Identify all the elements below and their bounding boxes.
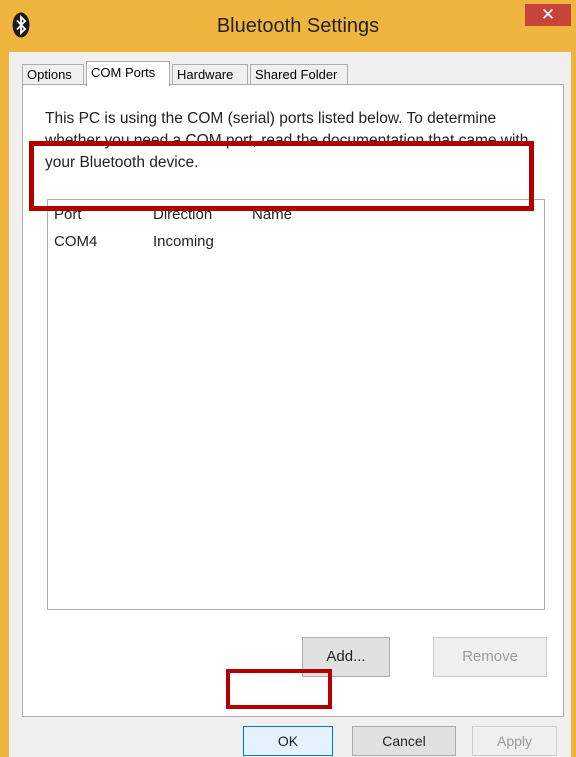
- column-header-name[interactable]: Name: [252, 206, 292, 223]
- title-bar[interactable]: Bluetooth Settings ✕: [0, 0, 576, 52]
- tab-com-ports[interactable]: COM Ports: [86, 61, 170, 86]
- cancel-button[interactable]: Cancel: [352, 726, 456, 756]
- cell-direction: Incoming: [153, 233, 214, 250]
- apply-button[interactable]: Apply: [472, 726, 557, 756]
- tab-options[interactable]: Options: [22, 64, 84, 85]
- tab-hardware[interactable]: Hardware: [172, 64, 248, 85]
- tab-shared-folder[interactable]: Shared Folder: [250, 64, 348, 85]
- column-header-direction[interactable]: Direction: [153, 206, 212, 223]
- add-button[interactable]: Add...: [302, 637, 390, 677]
- window-title: Bluetooth Settings: [216, 15, 380, 37]
- com-ports-panel: This PC is using the COM (serial) ports …: [22, 84, 564, 717]
- com-ports-list[interactable]: Port Direction Name COM4 Incoming: [47, 199, 545, 610]
- remove-button[interactable]: Remove: [433, 637, 547, 677]
- ok-button[interactable]: OK: [243, 726, 333, 756]
- dialog-client-area: Options COM Ports Hardware Shared Folder…: [9, 52, 571, 757]
- column-header-port[interactable]: Port: [54, 206, 82, 223]
- cell-port: COM4: [54, 233, 98, 250]
- list-header: Port Direction Name: [48, 200, 544, 230]
- bluetooth-settings-window: Bluetooth Settings ✕ Options COM Ports H…: [0, 0, 576, 757]
- com-ports-description: This PC is using the COM (serial) ports …: [45, 110, 529, 171]
- close-icon: ✕: [540, 5, 556, 24]
- table-row[interactable]: COM4 Incoming: [48, 230, 544, 256]
- close-button[interactable]: ✕: [525, 4, 571, 26]
